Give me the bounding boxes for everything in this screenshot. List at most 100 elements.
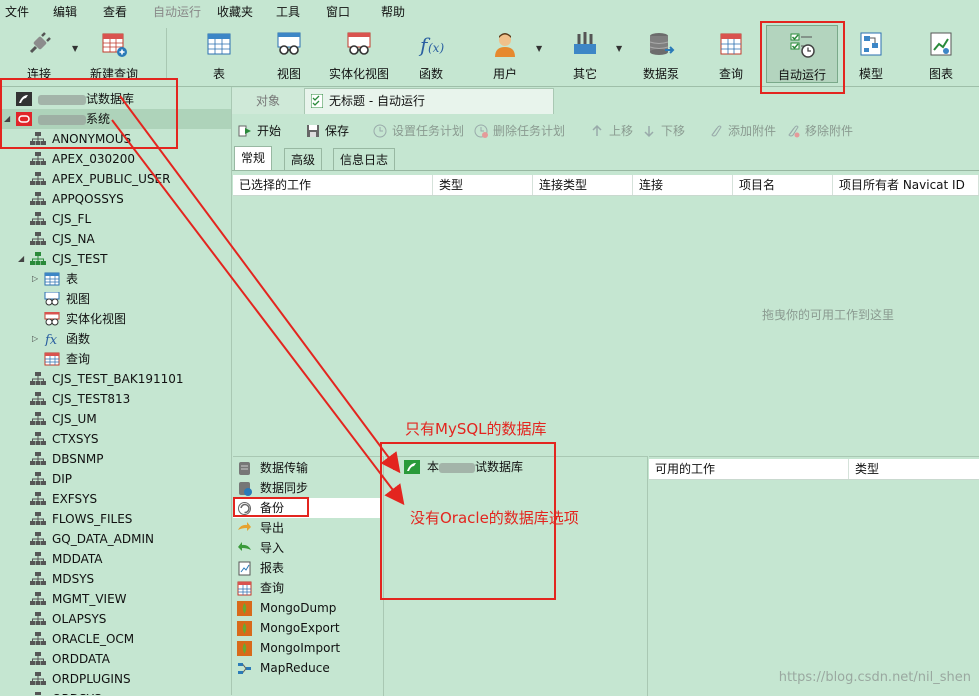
- tree-schema-item[interactable]: EXFSYS: [0, 489, 231, 509]
- delete-schedule-button[interactable]: 删除任务计划: [474, 117, 565, 145]
- annotation-mysql-only: 只有MySQL的数据库: [405, 420, 547, 438]
- job-type-item[interactable]: MongoExport: [233, 618, 381, 638]
- expand-arrow-icon[interactable]: ◢: [4, 109, 10, 129]
- tree-object-category[interactable]: 查询: [0, 349, 231, 369]
- job-type-item[interactable]: 数据传输: [233, 458, 381, 478]
- job-type-item[interactable]: MongoDump: [233, 598, 381, 618]
- other-button[interactable]: ▼ 其它: [562, 22, 622, 84]
- chevron-down-icon[interactable]: ▼: [616, 44, 622, 53]
- job-type-item[interactable]: 报表: [233, 558, 381, 578]
- column-header[interactable]: 连接类型: [533, 175, 633, 195]
- tree-schema-item[interactable]: CJS_FL: [0, 209, 231, 229]
- expand-arrow-icon[interactable]: ▷: [393, 457, 399, 477]
- move-up-button[interactable]: 上移: [590, 117, 633, 145]
- add-attachment-button[interactable]: 添加附件: [709, 117, 776, 145]
- tree-schema-item[interactable]: MDSYS: [0, 569, 231, 589]
- tree-schema-item[interactable]: MGMT_VIEW: [0, 589, 231, 609]
- tree-connection-oracle[interactable]: ◢ 系统: [0, 109, 231, 129]
- column-header[interactable]: 已选择的工作: [233, 175, 433, 195]
- table-button[interactable]: 表: [196, 22, 242, 84]
- job-type-item[interactable]: 备份: [233, 498, 381, 518]
- tree-connection-mysql[interactable]: 试数据库: [0, 89, 231, 109]
- tab-advanced[interactable]: 高级: [284, 148, 323, 170]
- query-button[interactable]: 查询: [708, 22, 754, 84]
- menu-view[interactable]: 查看: [103, 3, 127, 20]
- column-header[interactable]: 类型: [433, 175, 533, 195]
- schema-icon: [30, 592, 46, 605]
- tree-object-category[interactable]: ▷ fx 函数: [0, 329, 231, 349]
- job-type-item[interactable]: 导入: [233, 538, 381, 558]
- expand-arrow-icon[interactable]: ◢: [18, 249, 24, 269]
- tree-schema-item[interactable]: ORDSYS: [0, 689, 231, 695]
- menu-file[interactable]: 文件: [5, 3, 29, 20]
- tab-objects[interactable]: 对象: [232, 88, 305, 114]
- tree-schema-item[interactable]: APPQOSSYS: [0, 189, 231, 209]
- tree-schema-item[interactable]: MDDATA: [0, 549, 231, 569]
- expand-arrow-icon[interactable]: ▷: [32, 269, 38, 289]
- job-type-item[interactable]: 查询: [233, 578, 381, 598]
- job-type-item[interactable]: 数据同步: [233, 478, 381, 498]
- menu-automation[interactable]: 自动运行: [153, 3, 201, 20]
- job-type-item[interactable]: MapReduce: [233, 658, 381, 678]
- new-query-button[interactable]: 新建查询: [86, 22, 142, 84]
- table-icon: [207, 33, 231, 55]
- function-button[interactable]: f (x) 函数: [408, 22, 454, 84]
- chevron-down-icon[interactable]: ▼: [72, 44, 78, 53]
- tab-message-log[interactable]: 信息日志: [333, 148, 396, 170]
- arrow-down-icon: [644, 125, 654, 137]
- tree-object-category[interactable]: ▷ 表: [0, 269, 231, 289]
- user-button[interactable]: ▼ 用户: [482, 22, 542, 84]
- tree-schema-item[interactable]: CJS_TEST_BAK191101: [0, 369, 231, 389]
- automation-button[interactable]: 自动运行: [766, 25, 838, 83]
- tree-schema-item[interactable]: APEX_PUBLIC_USER: [0, 169, 231, 189]
- selected-jobs-list[interactable]: [233, 196, 979, 453]
- menu-help[interactable]: 帮助: [381, 3, 405, 20]
- remove-attachment-button[interactable]: 移除附件: [786, 117, 853, 145]
- menu-tools[interactable]: 工具: [276, 3, 300, 20]
- tree-schema-item[interactable]: GQ_DATA_ADMIN: [0, 529, 231, 549]
- tree-schema-item[interactable]: APEX_030200: [0, 149, 231, 169]
- connection-item-mysql[interactable]: ▷ 本试数据库: [385, 457, 645, 477]
- tree-schema-item[interactable]: ORACLE_OCM: [0, 629, 231, 649]
- schema-open-icon: [30, 252, 46, 265]
- tree-schema-cjs-test[interactable]: ◢ CJS_TEST: [0, 249, 231, 269]
- tree-schema-item[interactable]: CJS_NA: [0, 229, 231, 249]
- chevron-down-icon[interactable]: ▼: [536, 44, 542, 53]
- tree-schema-item[interactable]: ORDPLUGINS: [0, 669, 231, 689]
- view-button[interactable]: 视图: [266, 22, 312, 84]
- tree-schema-item[interactable]: CJS_TEST813: [0, 389, 231, 409]
- tree-object-category[interactable]: 视图: [0, 289, 231, 309]
- job-type-item[interactable]: 导出: [233, 518, 381, 538]
- column-header[interactable]: 项目所有者 Navicat ID: [833, 175, 979, 195]
- menu-window[interactable]: 窗口: [326, 3, 350, 20]
- tree-schema-item[interactable]: DIP: [0, 469, 231, 489]
- menu-edit[interactable]: 编辑: [53, 3, 77, 20]
- tree-schema-item[interactable]: ANONYMOUS: [0, 129, 231, 149]
- materialized-view-button[interactable]: 实体化视图: [326, 22, 392, 84]
- column-header[interactable]: 可用的工作: [649, 459, 849, 479]
- tree-object-category[interactable]: 实体化视图: [0, 309, 231, 329]
- move-down-button[interactable]: 下移: [642, 117, 685, 145]
- schema-icon: [30, 472, 46, 485]
- column-header[interactable]: 连接: [633, 175, 733, 195]
- model-button[interactable]: 模型: [848, 22, 894, 84]
- job-type-item[interactable]: MongoImport: [233, 638, 381, 658]
- tab-general[interactable]: 常规: [234, 146, 273, 170]
- connect-button[interactable]: ▼ 连接: [10, 22, 78, 84]
- chart-button[interactable]: 图表: [918, 22, 964, 84]
- expand-arrow-icon[interactable]: ▷: [32, 329, 38, 349]
- data-pump-button[interactable]: 数据泵: [638, 22, 684, 84]
- menu-favorites[interactable]: 收藏夹: [217, 3, 253, 20]
- tree-schema-item[interactable]: FLOWS_FILES: [0, 509, 231, 529]
- set-schedule-button[interactable]: 设置任务计划: [373, 117, 464, 145]
- column-header[interactable]: 项目名: [733, 175, 833, 195]
- tree-schema-item[interactable]: CTXSYS: [0, 429, 231, 449]
- tab-untitled-automation[interactable]: 无标题 - 自动运行: [304, 88, 554, 114]
- save-button[interactable]: 保存: [306, 117, 349, 145]
- column-header[interactable]: 类型: [849, 459, 979, 479]
- tree-schema-item[interactable]: DBSNMP: [0, 449, 231, 469]
- start-button[interactable]: 开始: [238, 117, 281, 145]
- tree-schema-item[interactable]: ORDDATA: [0, 649, 231, 669]
- tree-schema-item[interactable]: OLAPSYS: [0, 609, 231, 629]
- tree-schema-item[interactable]: CJS_UM: [0, 409, 231, 429]
